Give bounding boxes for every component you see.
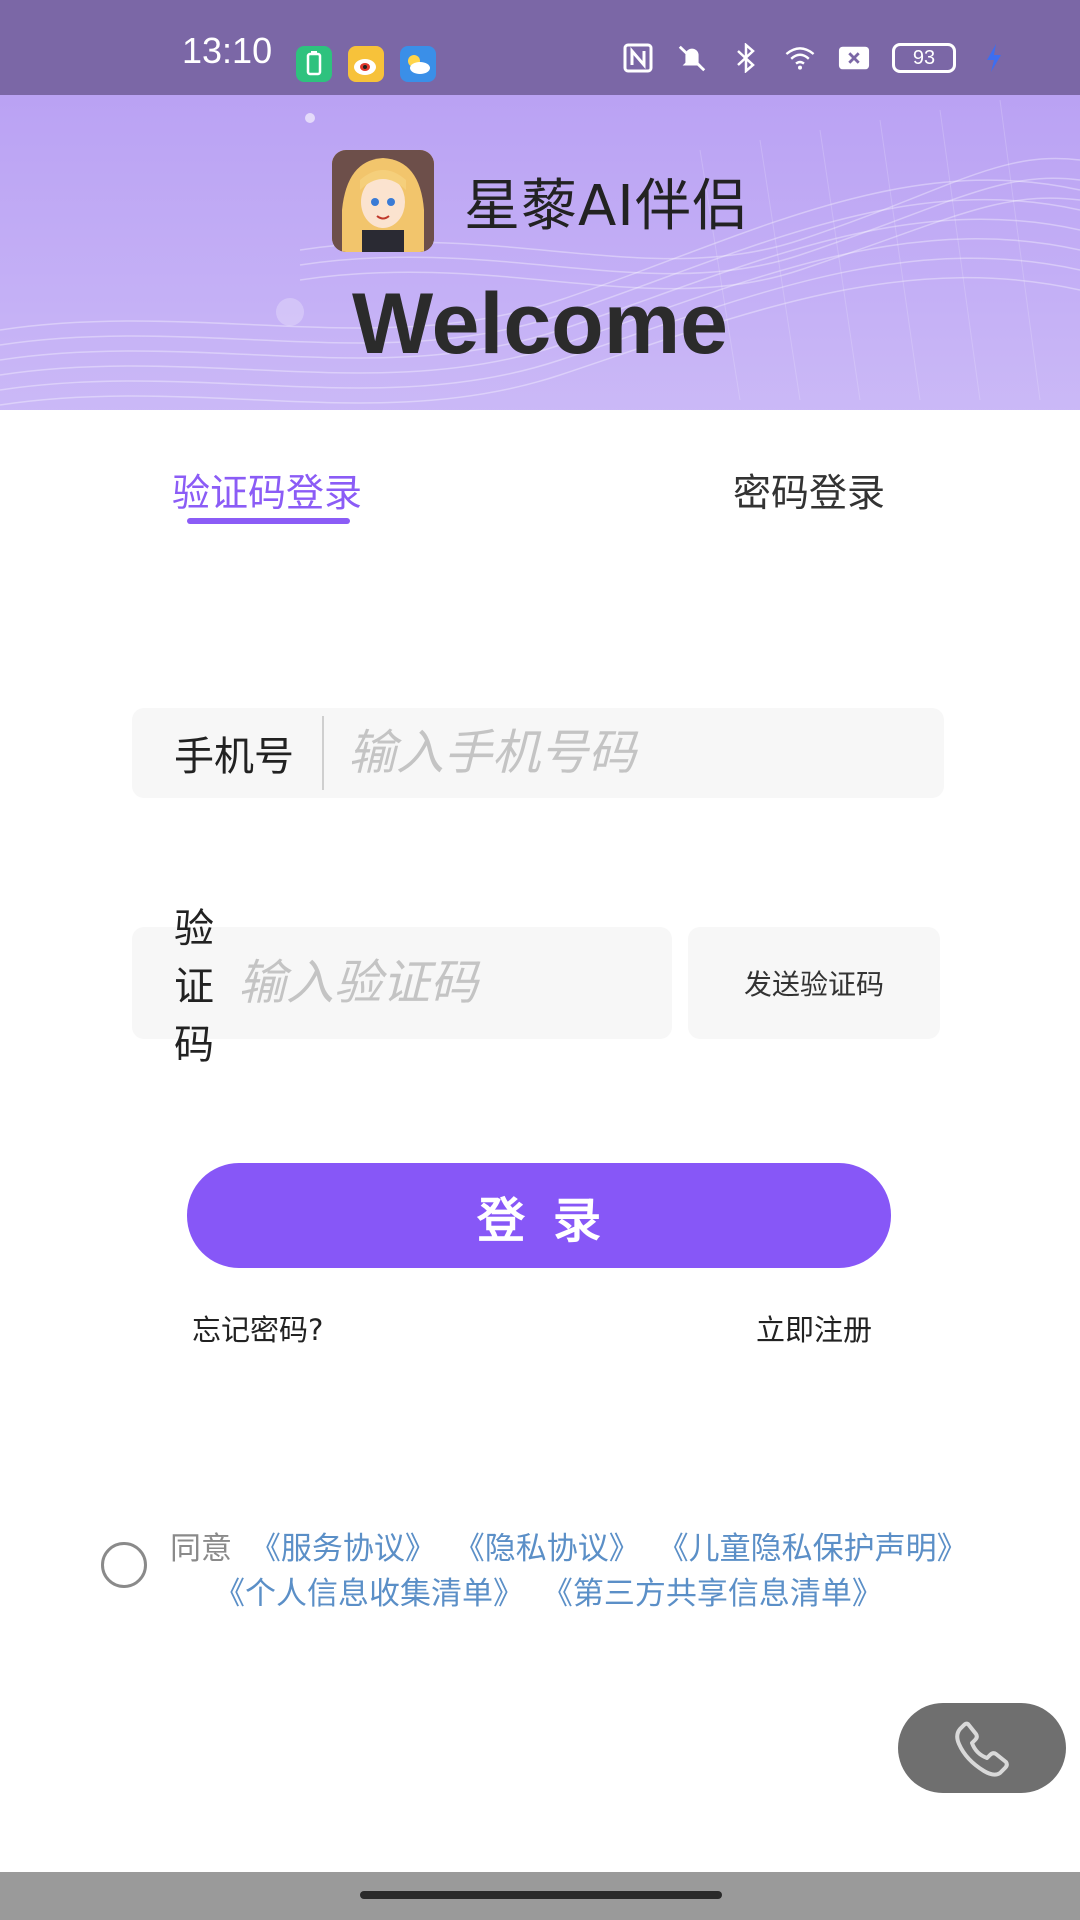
personal-info-list-link[interactable]: 《个人信息收集清单》: [214, 1576, 524, 1612]
code-field: 验证码: [132, 906, 829, 1068]
login-button[interactable]: 登录: [187, 1163, 891, 1268]
weather-icon: [400, 46, 436, 82]
app-avatar: [332, 150, 434, 252]
third-party-sharing-link[interactable]: 《第三方共享信息清单》: [542, 1576, 883, 1612]
status-icons: 93: [622, 42, 1010, 74]
phone-field: 手机号: [132, 708, 944, 798]
service-agreement-link[interactable]: 《服务协议》: [250, 1531, 436, 1567]
agreement-line-2: 《个人信息收集清单》 《第三方共享信息清单》: [214, 1568, 891, 1613]
mute-icon: [676, 42, 708, 74]
weibo-icon: [348, 46, 384, 82]
forgot-password-link[interactable]: 忘记密码?: [192, 1307, 323, 1349]
brand: 星藜AI伴侣: [332, 150, 749, 252]
phone-label: 手机号: [174, 734, 294, 780]
code-label: 验证码: [174, 906, 214, 1068]
battery-indicator: 93: [892, 43, 956, 73]
nfc-icon: [622, 42, 654, 74]
tab-password-login[interactable]: 密码登录: [733, 462, 885, 517]
send-code-button[interactable]: 发送验证码: [688, 927, 940, 1039]
status-bar: 13:10 93: [0, 0, 1080, 95]
app-name: 星藜AI伴侣: [464, 173, 749, 239]
agreement-prefix: 同意: [170, 1531, 232, 1567]
phone-icon: [955, 1721, 1009, 1777]
agreement-line-1: 同意 《服务协议》 《隐私协议》 《儿童隐私保护声明》: [170, 1523, 976, 1568]
register-link[interactable]: 立即注册: [756, 1307, 872, 1349]
tab-active-indicator: [187, 518, 350, 524]
bluetooth-icon: [730, 42, 762, 74]
wifi-icon: [784, 42, 816, 74]
tab-code-login[interactable]: 验证码登录: [172, 462, 362, 517]
charging-icon: [978, 42, 1010, 74]
agreement-checkbox[interactable]: [101, 1542, 147, 1588]
home-handle[interactable]: [360, 1891, 722, 1899]
welcome-title: Welcome: [352, 276, 728, 372]
navigation-bar: [0, 1872, 1080, 1920]
phone-input[interactable]: [324, 725, 944, 781]
battery-saver-icon: [296, 46, 332, 82]
status-time: 13:10: [182, 30, 273, 71]
call-button[interactable]: [898, 1703, 1066, 1793]
privacy-agreement-link[interactable]: 《隐私协议》: [454, 1531, 640, 1567]
sim-off-icon: [838, 42, 870, 74]
child-privacy-link[interactable]: 《儿童隐私保护声明》: [658, 1531, 968, 1567]
login-screen: 13:10 93 星藜AI伴侣 Welcome 验证码登录 密码登录 手机号 输…: [0, 0, 1080, 1920]
